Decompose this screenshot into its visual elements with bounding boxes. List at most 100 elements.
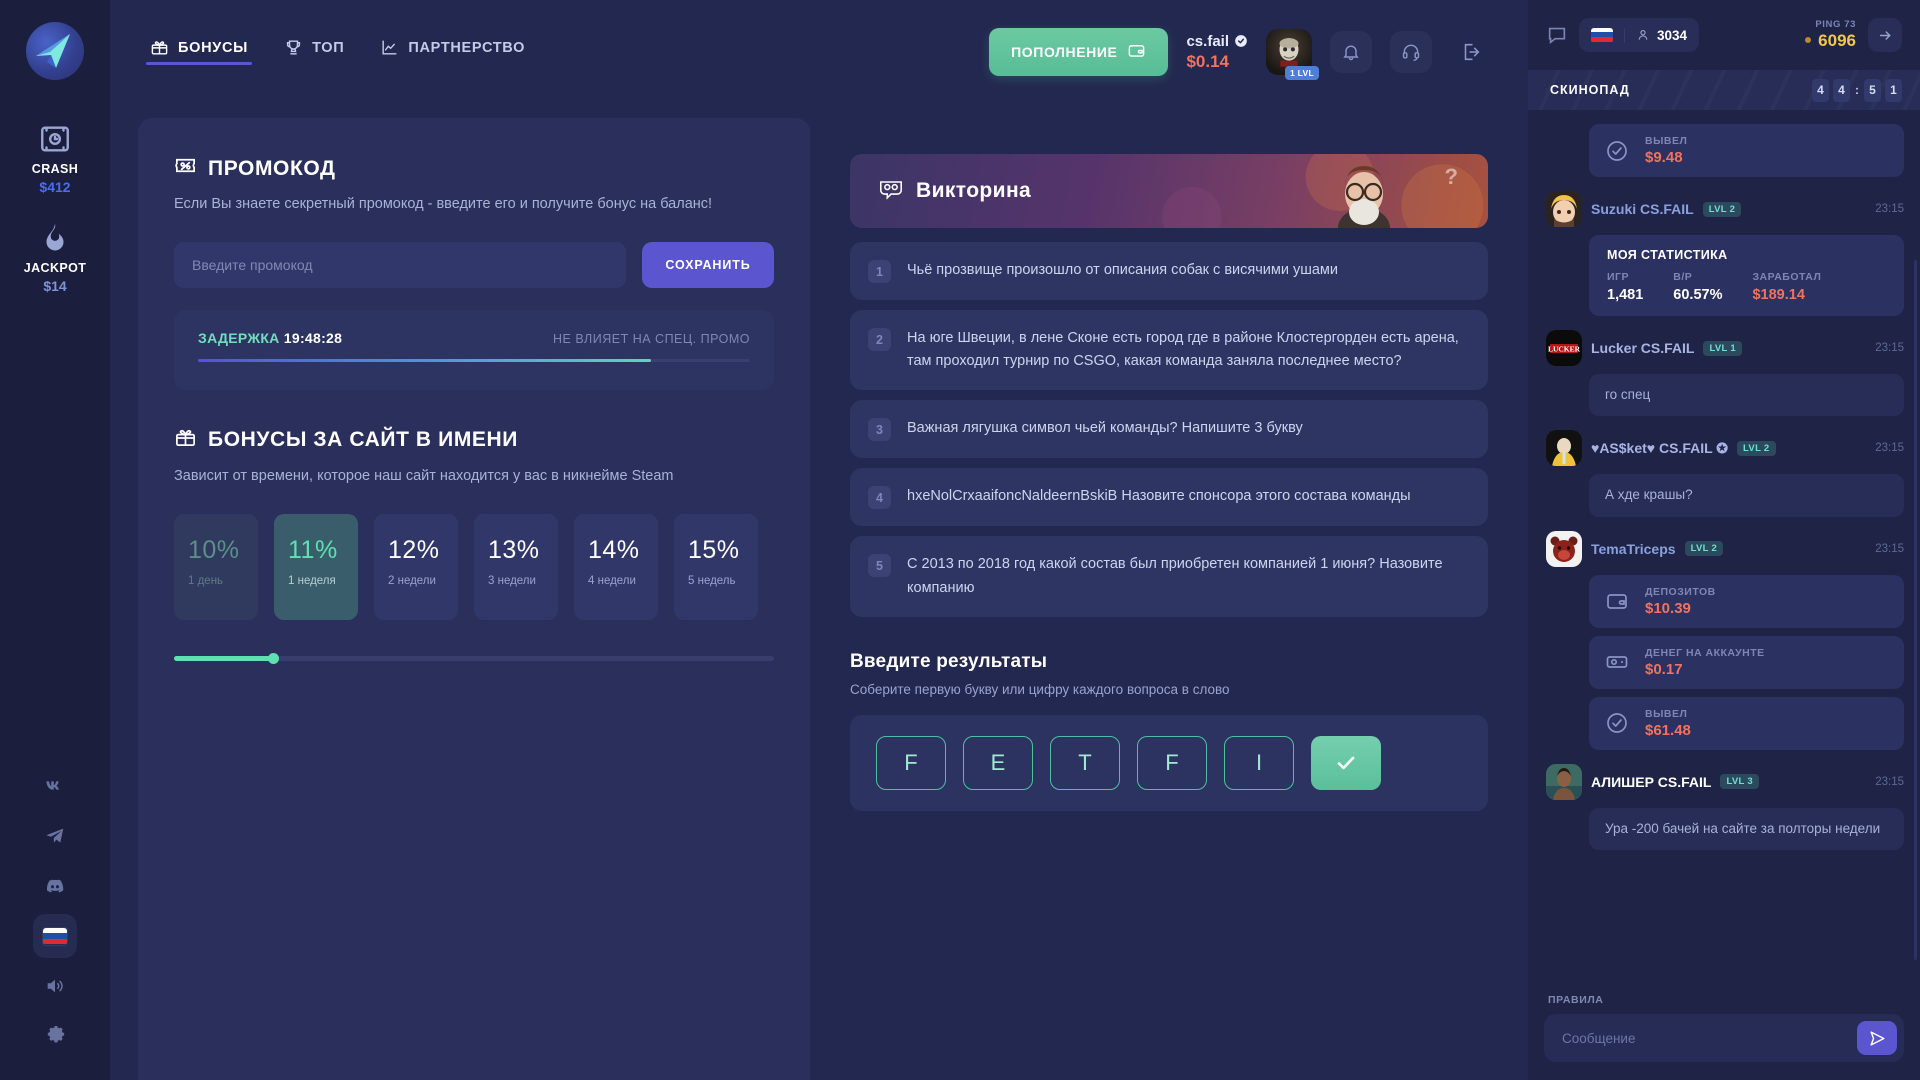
nav-item-top[interactable]: ТОП <box>272 38 356 77</box>
chat-level-badge: LVL 1 <box>1703 340 1742 356</box>
discord-icon[interactable] <box>33 864 77 908</box>
submit-answer-button[interactable] <box>1311 735 1381 790</box>
chat-message: TemaTriceps LVL 2 23:15 ДЕПОЗИТОВ $10.39 ДЕНЕ… <box>1544 530 1904 750</box>
topup-button[interactable]: ПОПОЛНЕНИЕ <box>989 28 1169 76</box>
chat-username[interactable]: ♥AS$ket♥ CS.FAIL ✪ <box>1591 440 1728 457</box>
bonus-tile[interactable]: 15% 5 недель <box>674 513 758 620</box>
collapse-chat-button[interactable] <box>1868 18 1902 52</box>
nav-item-partnership[interactable]: ПАРТНЕРСТВО <box>368 38 537 77</box>
vk-icon[interactable] <box>33 764 77 808</box>
promo-input[interactable] <box>174 241 626 288</box>
bonus-tile[interactable]: 11% 1 неделя <box>274 513 358 620</box>
message-input[interactable] <box>1544 1014 1904 1062</box>
delay-time: 19:48:28 <box>283 329 343 346</box>
chat-bubble-icon[interactable] <box>1546 24 1568 46</box>
chat-username[interactable]: АЛИШЕР CS.FAIL <box>1591 774 1711 790</box>
bonus-progress-bar[interactable] <box>174 652 774 664</box>
nav-label: ТОП <box>312 39 345 56</box>
rail-game-amount: $412 <box>39 179 71 195</box>
language-selector-ru[interactable] <box>33 914 77 958</box>
settings-icon[interactable] <box>33 1014 77 1058</box>
bonus-tile[interactable]: 14% 4 недели <box>574 513 658 620</box>
chat-sidebar: 3034 PING 73 6096 СКИНОПАД 44:51 ВЫВЕЛ $… <box>1528 0 1920 1080</box>
telegram-icon[interactable] <box>33 814 77 858</box>
answer-cell[interactable]: I <box>1224 735 1294 790</box>
stat-item: В/Р 60.57% <box>1673 271 1722 303</box>
rules-link[interactable]: ПРАВИЛА <box>1544 994 1904 1006</box>
main-column: БОНУСЫ ТОП ПАРТНЕРСТВО ПОПОЛНЕНИЕ cs.fai… <box>110 0 1528 1080</box>
chat-username[interactable]: Suzuki CS.FAIL <box>1591 201 1694 217</box>
quiz-question-number: 4 <box>868 486 891 510</box>
gift-icon <box>174 426 197 455</box>
bonus-tile-percent: 15% <box>688 535 740 564</box>
avatar[interactable]: 1 LVL <box>1266 29 1319 80</box>
chat-username[interactable]: Lucker CS.FAIL <box>1591 340 1694 356</box>
quiz-question-text: hxeNolCrxaaifoncNaldeernBskiB Назовите с… <box>907 488 1411 505</box>
alisher-avatar[interactable] <box>1546 763 1582 800</box>
anime-girl-avatar[interactable] <box>1546 191 1582 227</box>
lucker-avatar[interactable]: LUCKER <box>1546 330 1582 366</box>
answer-cell[interactable]: F <box>1137 735 1207 790</box>
question-marks-decor: ? <box>1444 164 1458 189</box>
chat-message: АЛИШЕР CS.FAIL LVL 3 23:15 Ура -200 бачей н… <box>1544 763 1904 850</box>
asket-avatar[interactable] <box>1546 430 1582 467</box>
save-button[interactable]: СОХРАНИТЬ <box>642 241 774 288</box>
bell-icon[interactable] <box>1330 31 1372 73</box>
bonus-tile-label: 5 недель <box>688 574 736 587</box>
chat-messages[interactable]: ВЫВЕЛ $9.48 Suzuki CS.FAIL LVL 2 23:15 МОЯ … <box>1528 110 1920 994</box>
promo-subtitle: Если Вы знаете секретный промокод - введ… <box>174 196 713 212</box>
quiz-question: 3 Важная лягушка символ чьей команды? Нап… <box>850 400 1488 459</box>
verified-icon <box>1234 34 1248 48</box>
app-root: CRASH $412 JACKPOT $14 БОНУСЫ ТОП ПАРТНЕ… <box>0 0 1920 1080</box>
quiz-question-text: Чьё прозвище произошло от описания собак… <box>907 262 1338 278</box>
rail-games: CRASH $412 JACKPOT $14 <box>0 110 110 308</box>
main-nav: БОНУСЫ ТОП ПАРТНЕРСТВО <box>138 0 537 77</box>
ping-dot-icon <box>1805 37 1812 44</box>
info-card-label: ВЫВЕЛ <box>1645 707 1688 720</box>
crash-icon <box>38 122 72 156</box>
chat-username[interactable]: TemaTriceps <box>1591 541 1676 557</box>
rail-game-jackpot[interactable]: JACKPOT $14 <box>0 209 110 308</box>
skinfall-banner[interactable]: СКИНОПАД 44:51 <box>1528 70 1920 110</box>
send-button[interactable] <box>1857 1021 1897 1055</box>
nav-item-bonuses[interactable]: БОНУСЫ <box>138 38 260 77</box>
chat-message-header: TemaTriceps LVL 2 23:15 <box>1544 530 1904 567</box>
answer-cell[interactable]: F <box>876 735 946 790</box>
site-logo[interactable] <box>26 22 84 80</box>
svg-text:LUCKER: LUCKER <box>1548 345 1581 354</box>
chat-scrollbar[interactable] <box>1914 260 1917 960</box>
answer-cell[interactable]: T <box>1050 735 1120 790</box>
chat-header: 3034 PING 73 6096 <box>1528 0 1920 70</box>
nav-label: БОНУСЫ <box>178 39 249 56</box>
bonus-tile[interactable]: 10% 1 день <box>174 513 258 620</box>
answer-cell[interactable]: E <box>963 735 1033 790</box>
delay-box: ЗАДЕРЖКА 19:48:28 НЕ ВЛИЯЕТ НА СПЕЦ. ПРО… <box>174 309 774 390</box>
info-card-value: $61.48 <box>1645 721 1691 739</box>
online-pill[interactable]: 3034 <box>1579 18 1700 52</box>
delay-label: ЗАДЕРЖКА <box>198 329 280 346</box>
user-block[interactable]: cs.fail $0.14 <box>1186 33 1248 72</box>
chat-message-list: Suzuki CS.FAIL LVL 2 23:15 МОЯ СТАТИСТИКА ИГ… <box>1544 191 1904 850</box>
rail-game-crash[interactable]: CRASH $412 <box>0 110 110 209</box>
logout-icon[interactable] <box>1450 31 1492 73</box>
chat-message-body: ДЕПОЗИТОВ $10.39 ДЕНЕГ НА АККАУНТЕ $0.17 ВЫВ… <box>1589 574 1904 750</box>
progress-knob[interactable] <box>268 652 279 664</box>
bear-avatar[interactable] <box>1546 530 1582 567</box>
stat-value: $189.14 <box>1752 287 1805 303</box>
bonus-tile[interactable]: 12% 2 недели <box>374 513 458 620</box>
skinfall-timer: 44:51 <box>1812 78 1902 102</box>
headset-icon[interactable] <box>1390 31 1432 73</box>
stat-key: ЗАРАБОТАЛ <box>1752 271 1822 283</box>
chat-message-body: Ура -200 бачей на сайте за полторы недел… <box>1589 807 1904 850</box>
check-icon <box>1337 756 1355 770</box>
info-card-label: ДЕНЕГ НА АККАУНТЕ <box>1645 646 1765 659</box>
chat-timestamp: 23:15 <box>1875 542 1904 555</box>
bonus-tile[interactable]: 13% 3 недели <box>474 513 558 620</box>
timer-digit: 5 <box>1864 78 1881 102</box>
quiz-question-number: 3 <box>868 418 891 442</box>
sound-icon[interactable] <box>33 964 77 1008</box>
ping-label: PING 73 <box>1815 18 1856 30</box>
bonus-tile-label: 1 неделя <box>288 574 336 587</box>
chat-message-header: АЛИШЕР CS.FAIL LVL 3 23:15 <box>1544 763 1904 800</box>
quiz-question: 1 Чьё прозвище произошло от описания соба… <box>850 242 1488 300</box>
